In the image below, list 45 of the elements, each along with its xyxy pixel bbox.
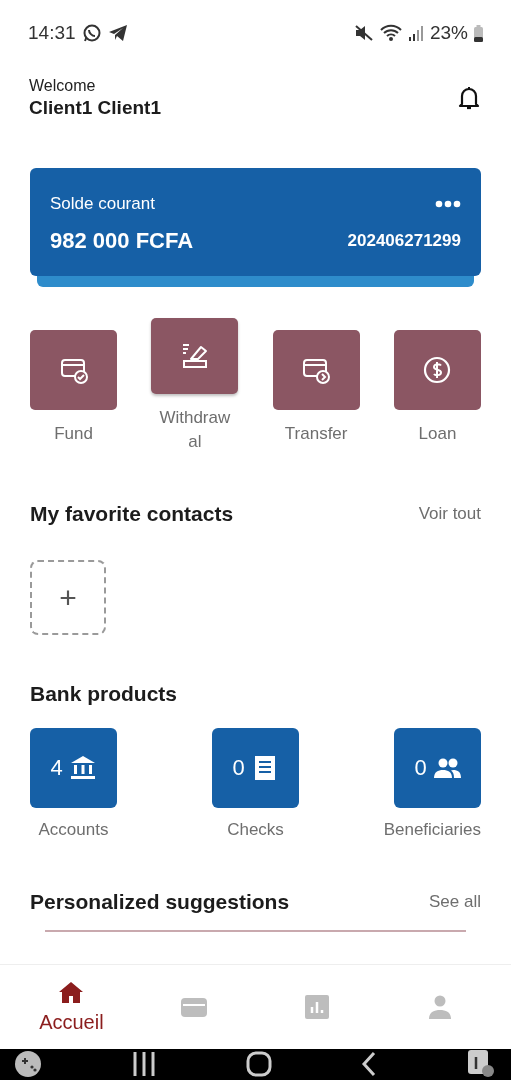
game-controller-icon[interactable]: [14, 1050, 42, 1079]
balance-amount: 982 000 FCFA: [50, 228, 194, 254]
see-all-link[interactable]: Voir tout: [418, 504, 481, 524]
welcome-text: Welcome: [29, 77, 97, 95]
add-contact-button[interactable]: +: [30, 560, 106, 635]
section-title: Bank products: [30, 682, 178, 706]
product-tile[interactable]: 0: [212, 728, 299, 808]
wifi-icon: [379, 24, 402, 42]
more-icon[interactable]: [435, 200, 461, 208]
notification-bell-icon[interactable]: [457, 85, 481, 111]
action-button[interactable]: [394, 330, 481, 410]
product-count: 0: [232, 755, 245, 781]
clock-time: 14:31: [28, 22, 76, 44]
signal-icon: [407, 25, 424, 41]
action-button[interactable]: [151, 318, 239, 394]
home-button-icon[interactable]: [245, 1051, 272, 1078]
battery-icon: [474, 24, 483, 42]
dollar-coin-icon: [422, 355, 453, 385]
section-title: My favorite contacts: [30, 502, 234, 526]
product-label: Accounts: [37, 820, 110, 840]
product-count: 0: [414, 755, 427, 781]
nav-tab[interactable]: Accueil: [21, 964, 122, 1035]
section-title: Personalized suggestions: [30, 890, 290, 914]
account-number: 202406271299: [347, 231, 461, 251]
balance-label: Solde courant: [50, 194, 155, 214]
product-tile[interactable]: 4: [30, 728, 117, 808]
action-button[interactable]: [30, 330, 117, 410]
whatsapp-icon: [81, 23, 102, 43]
chart-icon: [302, 992, 331, 1021]
screen-touch-icon[interactable]: [467, 1049, 495, 1080]
product-count: 4: [50, 755, 63, 781]
user-name: Client1 Client1: [29, 97, 162, 119]
see-all-link[interactable]: See all: [429, 892, 481, 912]
action-label: Loan: [417, 423, 458, 445]
action-label: Transfer: [283, 423, 349, 445]
product-tile[interactable]: 0: [394, 728, 481, 808]
product-label: Checks: [226, 820, 285, 840]
action-label: Fund: [53, 423, 94, 445]
product-label: Beneficiaries: [383, 820, 481, 840]
action-button[interactable]: [272, 330, 360, 410]
battery-percent: 23%: [429, 22, 468, 44]
mute-icon: [353, 24, 374, 42]
telegram-icon: [107, 24, 128, 42]
action-label: Withdrawal: [158, 407, 232, 453]
bank-icon: [68, 754, 97, 782]
